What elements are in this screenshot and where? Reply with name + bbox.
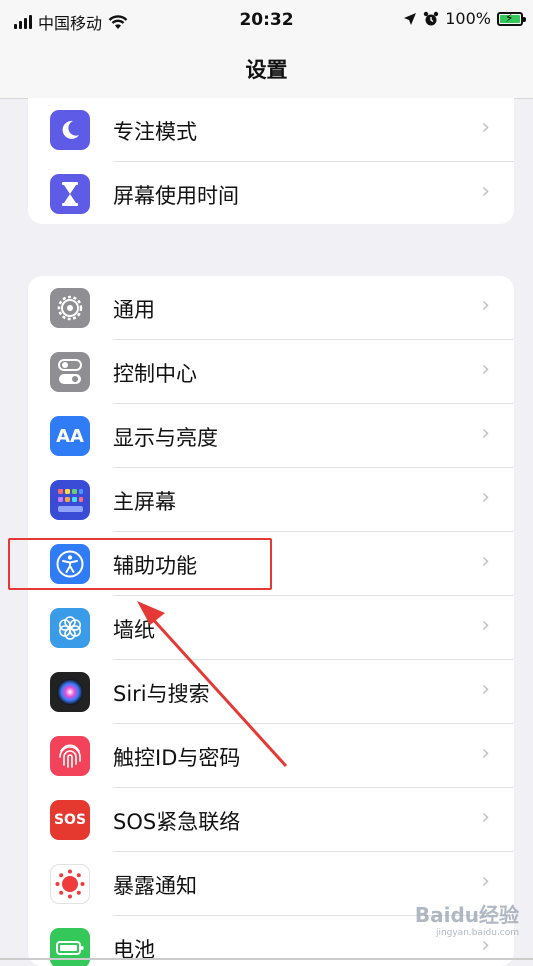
watermark-text: Baidu经验 — [414, 903, 519, 927]
watermark: Baidu经验 jingyan.baidu.com — [415, 899, 519, 938]
watermark-subtext: jingyan.baidu.com — [435, 928, 519, 938]
annotation-arrow-icon — [137, 601, 288, 768]
